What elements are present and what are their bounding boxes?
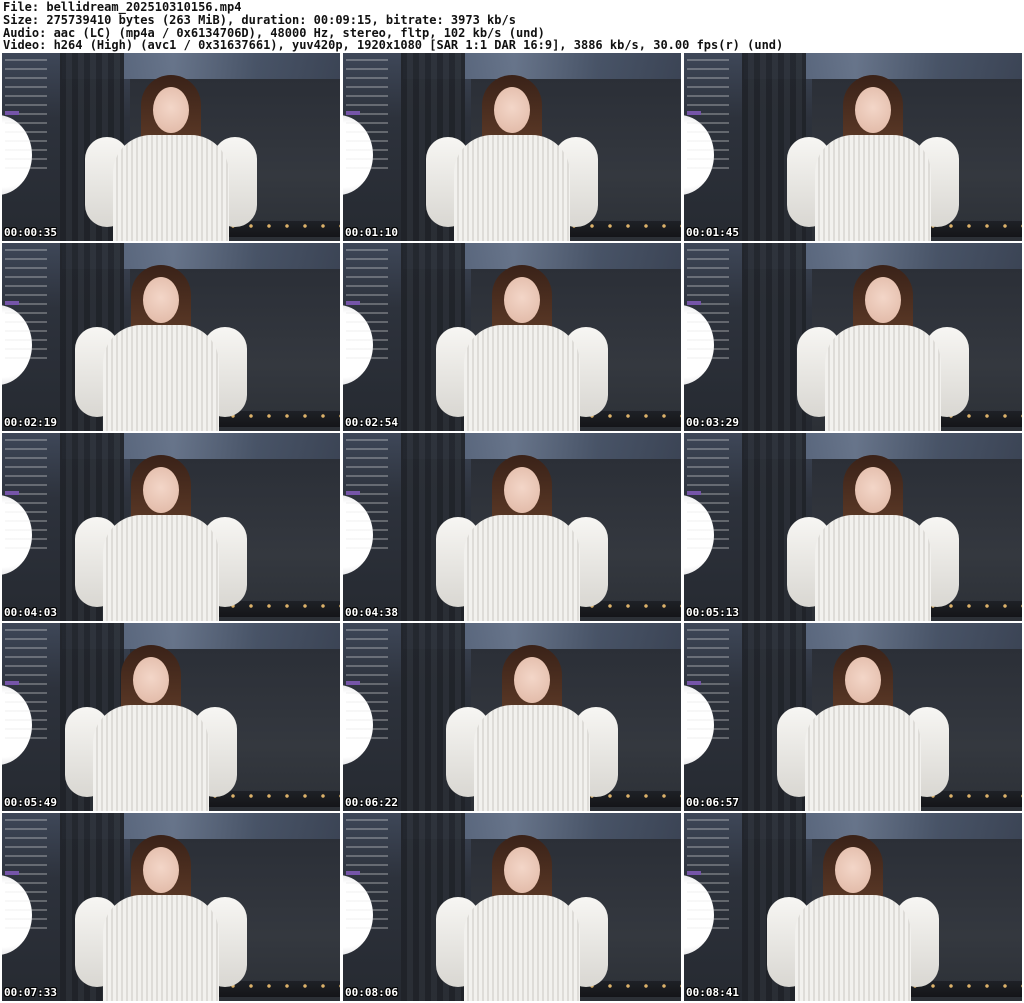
video-thumbnail[interactable]: 00:07:33	[2, 813, 340, 1001]
face	[143, 847, 179, 893]
face	[153, 87, 189, 133]
white-dress	[795, 895, 911, 1001]
timestamp-label: 00:08:06	[345, 986, 398, 999]
timestamp-label: 00:06:57	[686, 796, 739, 809]
timestamp-label: 00:02:19	[4, 416, 57, 429]
face	[855, 467, 891, 513]
video-thumbnail[interactable]: 00:05:13	[684, 433, 1022, 621]
video-line: Video: h264 (High) (avc1 / 0x31637661), …	[3, 38, 784, 53]
person-figure	[783, 243, 983, 431]
white-dress	[805, 705, 921, 811]
overlay-panel	[346, 249, 388, 361]
overlay-panel	[346, 439, 388, 551]
overlay-panel	[687, 819, 729, 931]
video-thumbnail[interactable]: 00:03:29	[684, 243, 1022, 431]
overlay-panel	[5, 249, 47, 361]
timestamp-label: 00:08:41	[686, 986, 739, 999]
overlay-panel	[5, 439, 47, 551]
timestamp-label: 00:01:10	[345, 226, 398, 239]
overlay-panel	[346, 59, 388, 171]
overlay-panel	[687, 629, 729, 741]
face	[855, 87, 891, 133]
video-thumbnail[interactable]: 00:02:54	[343, 243, 681, 431]
person-figure	[61, 813, 261, 1001]
face	[494, 87, 530, 133]
white-dress	[474, 705, 590, 811]
overlay-panel	[5, 629, 47, 741]
white-dress	[464, 325, 580, 431]
overlay-panel	[687, 439, 729, 551]
timestamp-label: 00:04:03	[4, 606, 57, 619]
person-figure	[51, 623, 251, 811]
white-dress	[815, 135, 931, 241]
white-dress	[113, 135, 229, 241]
person-figure	[412, 53, 612, 241]
video-thumbnail[interactable]: 00:00:35	[2, 53, 340, 241]
person-figure	[763, 623, 963, 811]
person-figure	[422, 433, 622, 621]
timestamp-label: 00:07:33	[4, 986, 57, 999]
person-figure	[773, 53, 973, 241]
white-dress	[93, 705, 209, 811]
face	[504, 847, 540, 893]
white-dress	[464, 895, 580, 1001]
white-dress	[103, 325, 219, 431]
person-figure	[773, 433, 973, 621]
video-thumbnail[interactable]: 00:06:22	[343, 623, 681, 811]
face	[865, 277, 901, 323]
face	[514, 657, 550, 703]
overlay-panel	[346, 629, 388, 741]
timestamp-label: 00:04:38	[345, 606, 398, 619]
timestamp-label: 00:05:49	[4, 796, 57, 809]
person-figure	[61, 243, 261, 431]
timestamp-label: 00:06:22	[345, 796, 398, 809]
person-figure	[422, 813, 622, 1001]
file-info-header: File: bellidream_202510310156.mp4 Size: 2…	[3, 1, 1021, 52]
overlay-panel	[5, 819, 47, 931]
person-figure	[753, 813, 953, 1001]
video-thumbnail[interactable]: 00:02:19	[2, 243, 340, 431]
video-thumbnail[interactable]: 00:06:57	[684, 623, 1022, 811]
video-thumbnail[interactable]: 00:04:38	[343, 433, 681, 621]
video-thumbnail[interactable]: 00:08:06	[343, 813, 681, 1001]
face	[143, 277, 179, 323]
face	[504, 467, 540, 513]
white-dress	[103, 895, 219, 1001]
face	[143, 467, 179, 513]
overlay-panel	[687, 249, 729, 361]
thumbnail-grid: 00:00:35 00:01:10 00:01:45 00:02:19 00:02:54…	[2, 53, 1022, 1002]
white-dress	[825, 325, 941, 431]
file-name-line: File: bellidream_202510310156.mp4	[3, 0, 242, 14]
video-thumbnail[interactable]: 00:01:10	[343, 53, 681, 241]
video-thumbnail[interactable]: 00:01:45	[684, 53, 1022, 241]
person-figure	[432, 623, 632, 811]
white-dress	[454, 135, 570, 241]
face	[504, 277, 540, 323]
timestamp-label: 00:01:45	[686, 226, 739, 239]
timestamp-label: 00:03:29	[686, 416, 739, 429]
video-thumbnail[interactable]: 00:04:03	[2, 433, 340, 621]
person-figure	[61, 433, 261, 621]
video-thumbnail[interactable]: 00:05:49	[2, 623, 340, 811]
face	[133, 657, 169, 703]
video-thumbnail[interactable]: 00:08:41	[684, 813, 1022, 1001]
overlay-panel	[5, 59, 47, 171]
white-dress	[103, 515, 219, 621]
overlay-panel	[687, 59, 729, 171]
face	[845, 657, 881, 703]
face	[835, 847, 871, 893]
person-figure	[422, 243, 622, 431]
overlay-panel	[346, 819, 388, 931]
timestamp-label: 00:02:54	[345, 416, 398, 429]
white-dress	[815, 515, 931, 621]
timestamp-label: 00:00:35	[4, 226, 57, 239]
white-dress	[464, 515, 580, 621]
timestamp-label: 00:05:13	[686, 606, 739, 619]
size-line: Size: 275739410 bytes (263 MiB), duratio…	[3, 12, 516, 27]
person-figure	[71, 53, 271, 241]
